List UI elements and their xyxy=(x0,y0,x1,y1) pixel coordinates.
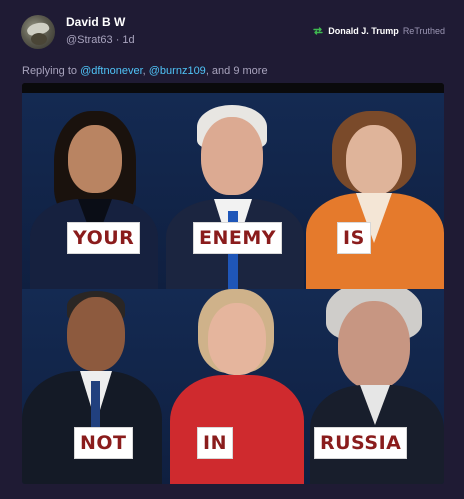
portrait-face xyxy=(201,117,263,195)
mention-link[interactable]: @burnz109 xyxy=(149,65,206,77)
portrait-face xyxy=(338,301,410,389)
meme-word-enemy: ENEMY xyxy=(194,223,282,253)
meme-word-in: IN xyxy=(198,428,232,458)
portrait-shirt xyxy=(360,385,390,425)
avatar[interactable] xyxy=(21,15,55,49)
author-handle[interactable]: @Strat63 xyxy=(66,34,113,46)
image-top-bar xyxy=(22,83,444,93)
meme-word-not: NOT xyxy=(75,428,132,458)
post-time[interactable]: 1d xyxy=(122,34,134,46)
author-display-name[interactable]: David B W xyxy=(66,15,125,29)
truth-post: David B W @Strat63 · 1d Donald J. Trump … xyxy=(0,0,464,499)
portrait-body xyxy=(170,375,304,484)
retruth-indicator: Donald J. Trump ReTruthed xyxy=(312,26,445,36)
replying-more[interactable]: , and 9 more xyxy=(206,65,268,77)
meme-panel xyxy=(162,93,304,289)
retruth-author-name[interactable]: Donald J. Trump xyxy=(328,26,399,36)
portrait-face xyxy=(68,125,122,193)
replying-to: Replying to @dftnonever, @burnz109, and … xyxy=(22,65,268,77)
portrait-face xyxy=(67,297,125,371)
meme-word-your: YOUR xyxy=(68,223,140,253)
replying-prefix: Replying to xyxy=(22,65,81,77)
mention-link[interactable]: @dftnonever xyxy=(80,65,143,77)
portrait-face xyxy=(208,303,266,375)
meme-word-russia: RUSSIA xyxy=(315,428,407,458)
portrait-face xyxy=(346,125,402,195)
meme-panel xyxy=(162,289,304,484)
retruth-label: ReTruthed xyxy=(402,26,445,36)
retruth-icon xyxy=(313,27,323,35)
post-image[interactable]: YOUR ENEMY IS NOT IN RUSSIA xyxy=(22,83,444,484)
meme-word-is: IS xyxy=(338,223,370,253)
meta-separator: · xyxy=(112,34,123,46)
meme-panel xyxy=(304,93,444,289)
author-meta: @Strat63 · 1d xyxy=(66,34,135,46)
meme-panel xyxy=(22,93,162,289)
avatar-shape xyxy=(31,33,47,45)
meme-grid: YOUR ENEMY IS NOT IN RUSSIA xyxy=(22,93,444,484)
